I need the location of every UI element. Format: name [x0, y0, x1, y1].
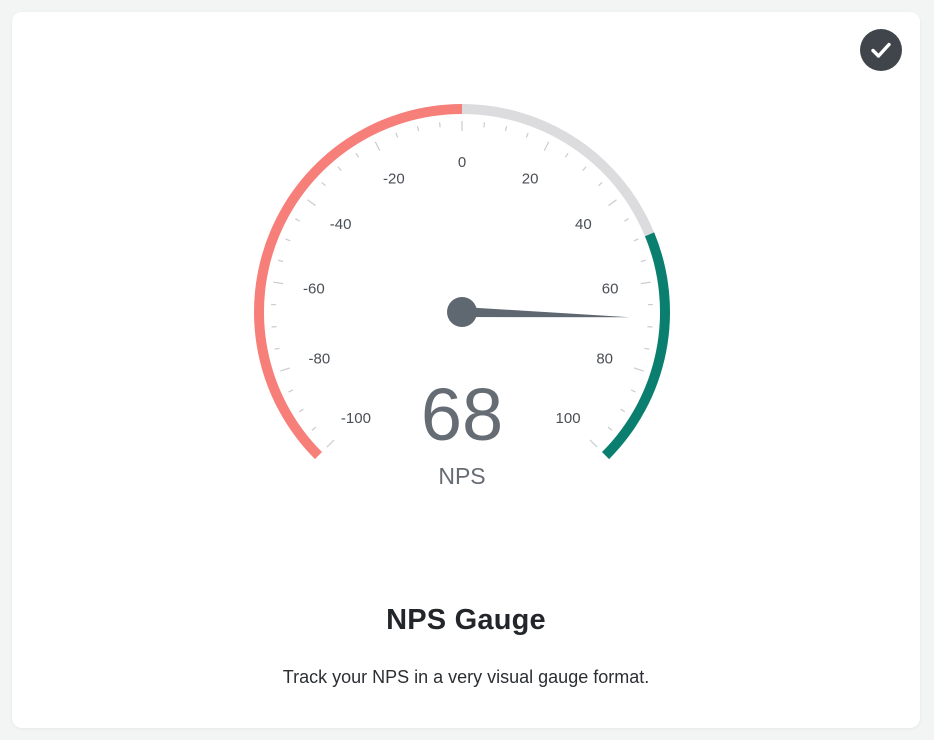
gauge-major-tick [633, 367, 644, 372]
gauge-minor-tick [630, 389, 636, 393]
gauge-tick-label: 0 [458, 154, 466, 171]
gauge-minor-tick [295, 218, 301, 222]
gauge-minor-tick [640, 259, 646, 263]
gauge-minor-tick [337, 166, 342, 171]
gauge-minor-tick [355, 152, 360, 158]
gauge-tick-label: -40 [330, 216, 352, 233]
gauge-tick-label: -80 [308, 350, 330, 367]
gauge-tick-label: 60 [602, 281, 619, 298]
gauge-minor-tick [644, 347, 650, 350]
gauge-needle [447, 297, 630, 327]
gauge-minor-tick [321, 181, 326, 187]
card-title: NPS Gauge [386, 604, 546, 636]
gauge-needle-hub [447, 297, 477, 327]
gauge-minor-tick [607, 426, 613, 431]
gauge-minor-tick [298, 408, 304, 413]
gauge-value: 68 [421, 373, 503, 456]
gauge-band-2 [602, 232, 671, 460]
gauge-minor-tick [483, 122, 486, 128]
gauge-minor-tick [278, 259, 284, 263]
card-description: Track your NPS in a very visual gauge fo… [282, 667, 650, 687]
gauge-major-tick [326, 439, 335, 448]
gauge-major-tick [307, 199, 316, 207]
gauge-minor-tick [395, 132, 399, 138]
nps-gauge-card[interactable]: -100 -80 -60 -40 -20 0 20 40 60 80 100 68 NPS NPS … [12, 12, 920, 728]
gauge-needle-pointer [461, 307, 630, 318]
gauge-unit-label: NPS [438, 463, 485, 489]
gauge-major-tick [280, 367, 291, 372]
gauge-minor-tick [620, 408, 626, 413]
gauge-tick-label: 100 [556, 410, 581, 427]
gauge-minor-tick [311, 426, 317, 431]
gauge-major-tick [374, 141, 381, 152]
gauge-major-tick [543, 141, 550, 152]
gauge-tick-label: 20 [522, 170, 539, 187]
gauge-minor-tick [416, 126, 420, 132]
gauge-minor-tick [564, 152, 569, 158]
gauge-tick-label: 80 [596, 350, 613, 367]
gauge-major-tick [589, 439, 598, 448]
gauge-tick-label: 40 [575, 216, 592, 233]
gauge-band-1 [462, 104, 655, 237]
gauge-minor-tick [633, 238, 639, 242]
nps-gauge: -100 -80 -60 -40 -20 0 20 40 60 80 100 68 NPS [254, 104, 671, 489]
gauge-tick-label: -20 [383, 170, 405, 187]
gauge-minor-tick [623, 218, 629, 222]
gauge-minor-tick [582, 166, 587, 171]
gauge-tick-label: -100 [341, 410, 371, 427]
gauge-major-tick [608, 199, 617, 207]
gauge-minor-tick [598, 181, 603, 187]
gauge-minor-tick [288, 389, 294, 393]
gauge-minor-tick [525, 132, 529, 138]
gauge-tick-label: -60 [303, 281, 325, 298]
gauge-minor-tick [438, 122, 441, 128]
gauge-minor-tick [274, 347, 280, 350]
gauge-major-tick [273, 281, 284, 285]
gauge-minor-tick [285, 238, 291, 242]
gauge-major-tick [640, 281, 651, 285]
gauge-minor-tick [504, 126, 508, 132]
